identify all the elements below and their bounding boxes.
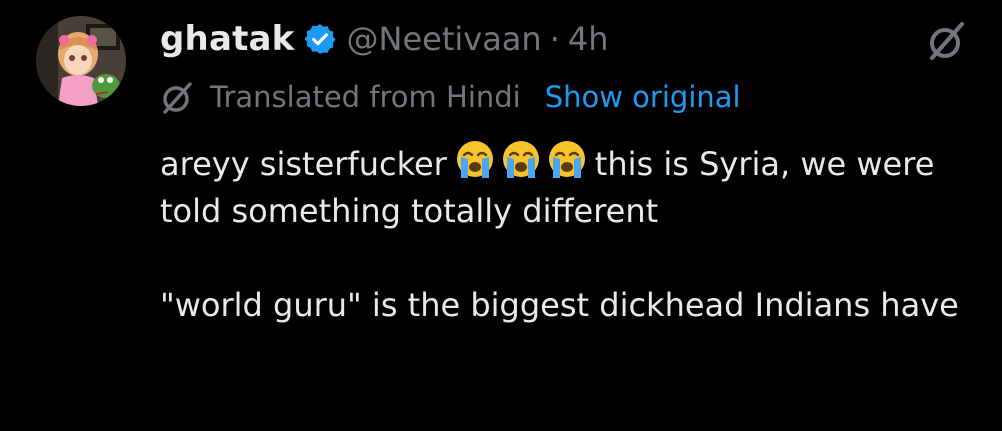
post-header: ghatak @Neetivaan · 4h — [160, 14, 609, 64]
loudly-crying-face-emoji — [548, 141, 585, 178]
avatar-image — [36, 16, 126, 106]
post-timestamp[interactable]: 4h — [568, 20, 609, 58]
loudly-crying-face-emoji — [456, 141, 493, 178]
verified-badge-icon[interactable] — [303, 22, 337, 56]
loudly-crying-face-emoji — [502, 141, 539, 178]
header-separator: · — [549, 20, 560, 58]
translated-from-label: Translated from Hindi — [210, 80, 521, 114]
post-text-segment: areyy sisterfucker — [160, 145, 447, 183]
display-name[interactable]: ghatak — [160, 19, 295, 59]
user-handle[interactable]: @Neetivaan — [347, 20, 542, 58]
loudly-crying-face-emoji-group — [453, 138, 589, 182]
post-text: areyy sisterfucker this is Syria, we were… — [160, 138, 990, 329]
post-paragraph-1: areyy sisterfucker this is Syria, we were… — [160, 138, 990, 235]
translate-icon — [160, 79, 196, 115]
translation-notice: Translated from Hindi Show original — [160, 76, 741, 118]
show-original-link[interactable]: Show original — [545, 80, 741, 114]
grok-icon[interactable] — [926, 20, 968, 62]
avatar[interactable] — [36, 16, 126, 106]
post-paragraph-2: "world guru" is the biggest dickhead Ind… — [160, 286, 959, 324]
